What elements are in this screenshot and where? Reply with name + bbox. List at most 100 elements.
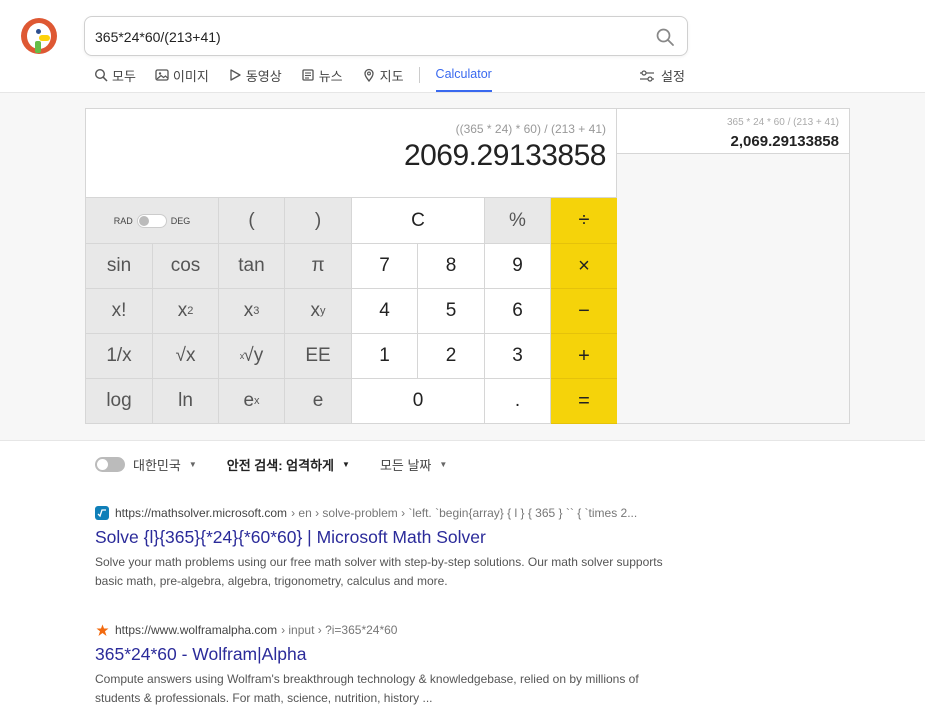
header: 모두 이미지 동영상 뉴스 지도 Calculator 설정 (0, 0, 925, 93)
logo-tie (35, 41, 41, 53)
key-7[interactable]: 7 (352, 244, 418, 289)
search-input[interactable] (95, 26, 635, 48)
settings-button[interactable]: 설정 (639, 66, 685, 85)
tab-label: 지도 (379, 68, 404, 84)
key-nth-root[interactable]: x √y (219, 334, 285, 379)
caret-down-icon: ▼ (439, 460, 448, 469)
tab-all[interactable]: 모두 (94, 64, 136, 86)
safe-search-value: 엄격하게 (286, 458, 335, 473)
calculator-history: 365 * 24 * 60 / (213 + 41) 2,069.2913385… (617, 108, 850, 424)
result-domain: https://mathsolver.microsoft.com (115, 506, 288, 520)
tab-videos[interactable]: 동영상 (228, 64, 282, 86)
key-factorial[interactable]: x! (86, 289, 153, 334)
result-snippet: Compute answers using Wolfram's breakthr… (95, 672, 639, 705)
search-icon[interactable] (655, 27, 675, 47)
key-left-paren[interactable]: ( (219, 198, 285, 244)
result-path: › en › solve-problem › `left. `begin{arr… (291, 506, 638, 520)
region-filter[interactable]: 대한민국 ▼ (95, 455, 197, 474)
map-pin-icon (363, 68, 374, 82)
safe-search-filter[interactable]: 안전 검색: 엄격하게 ▼ (227, 455, 350, 474)
key-ln[interactable]: ln (153, 379, 219, 424)
date-filter[interactable]: 모든 날짜 ▼ (380, 455, 447, 474)
result-snippet: Solve your math problems using our free … (95, 555, 663, 588)
search-result: https://www.wolframalpha.com › input › ?… (95, 622, 695, 708)
rad-deg-switch: RAD DEG (114, 213, 191, 228)
result-url[interactable]: https://www.wolframalpha.com › input › ?… (95, 622, 695, 638)
key-cos[interactable]: cos (153, 244, 219, 289)
key-reciprocal[interactable]: 1/x (86, 334, 153, 379)
key-clear[interactable]: C (352, 198, 485, 244)
search-box (84, 16, 688, 56)
key-plus[interactable]: + (551, 334, 617, 379)
result-title[interactable]: 365*24*60 - Wolfram|Alpha (95, 644, 695, 665)
result-title[interactable]: Solve {l}{365}{*24}{*60*60} | Microsoft … (95, 527, 695, 548)
caret-down-icon: ▼ (342, 460, 350, 469)
key-divide[interactable]: ÷ (551, 198, 617, 244)
result-url[interactable]: https://mathsolver.microsoft.com › en › … (95, 505, 695, 521)
key-exp[interactable]: ex (219, 379, 285, 424)
search-icon (94, 68, 108, 82)
key-e[interactable]: e (285, 379, 352, 424)
key-tan[interactable]: tan (219, 244, 285, 289)
switch-knob (138, 215, 149, 226)
key-equals[interactable]: = (551, 379, 617, 424)
angle-switch[interactable] (136, 213, 167, 228)
key-5[interactable]: 5 (418, 289, 485, 334)
region-toggle[interactable] (95, 457, 125, 472)
history-item[interactable]: 365 * 24 * 60 / (213 + 41) 2,069.2913385… (617, 109, 849, 154)
duckduckgo-logo[interactable] (21, 18, 57, 54)
calculator-expression: ((365 * 24) * 60) / (213 + 41) (455, 122, 606, 136)
key-sin[interactable]: sin (86, 244, 153, 289)
key-right-paren[interactable]: ) (285, 198, 352, 244)
key-minus[interactable]: − (551, 289, 617, 334)
key-2[interactable]: 2 (418, 334, 485, 379)
search-tabs: 모두 이미지 동영상 뉴스 지도 Calculator (94, 64, 511, 92)
key-8[interactable]: 8 (418, 244, 485, 289)
key-percent[interactable]: % (485, 198, 551, 244)
calculator: ((365 * 24) * 60) / (213 + 41) 2069.2913… (85, 108, 617, 424)
result-path: › input › ?i=365*24*60 (281, 623, 398, 637)
key-base: x (310, 300, 321, 321)
logo-eye (36, 29, 41, 34)
tab-images[interactable]: 이미지 (155, 64, 209, 86)
tab-maps[interactable]: 지도 (362, 64, 404, 86)
play-icon (230, 69, 241, 81)
key-sqrt[interactable]: √x (153, 334, 219, 379)
key-base: x (177, 300, 188, 321)
key-0[interactable]: 0 (352, 379, 485, 424)
caret-down-icon: ▼ (188, 460, 197, 469)
tab-news[interactable]: 뉴스 (301, 64, 343, 86)
key-square[interactable]: x2 (153, 289, 219, 334)
deg-label: DEG (170, 215, 191, 226)
key-ee[interactable]: EE (285, 334, 352, 379)
tab-divider (418, 67, 420, 83)
key-9[interactable]: 9 (485, 244, 551, 289)
rad-deg-toggle[interactable]: RAD DEG (86, 198, 219, 244)
key-6[interactable]: 6 (485, 289, 551, 334)
tab-label: 이미지 (172, 68, 209, 84)
math-solver-favicon-icon (95, 506, 109, 520)
key-multiply[interactable]: × (551, 244, 617, 289)
key-root: √y (243, 345, 264, 366)
key-log[interactable]: log (86, 379, 153, 424)
image-icon (155, 69, 169, 81)
key-4[interactable]: 4 (352, 289, 418, 334)
history-result: 2,069.29133858 (730, 133, 839, 150)
tab-calculator[interactable]: Calculator (435, 64, 492, 92)
key-1[interactable]: 1 (352, 334, 418, 379)
key-decimal[interactable]: . (485, 379, 551, 424)
key-3[interactable]: 3 (485, 334, 551, 379)
calculator-result: 2069.29133858 (403, 139, 607, 172)
date-label: 모든 날짜 (379, 458, 432, 473)
key-power[interactable]: xy (285, 289, 352, 334)
news-icon (302, 69, 314, 81)
sliders-icon (640, 69, 654, 82)
key-base: e (243, 390, 255, 411)
search-filters: 대한민국 ▼ 안전 검색: 엄격하게 ▼ 모든 날짜 ▼ (95, 455, 477, 474)
settings-label: 설정 (661, 69, 685, 84)
key-cube[interactable]: x3 (219, 289, 285, 334)
key-pi[interactable]: π (285, 244, 352, 289)
tab-label: 동영상 (245, 68, 282, 84)
history-expression: 365 * 24 * 60 / (213 + 41) (726, 117, 839, 128)
search-result: https://mathsolver.microsoft.com › en › … (95, 505, 695, 591)
